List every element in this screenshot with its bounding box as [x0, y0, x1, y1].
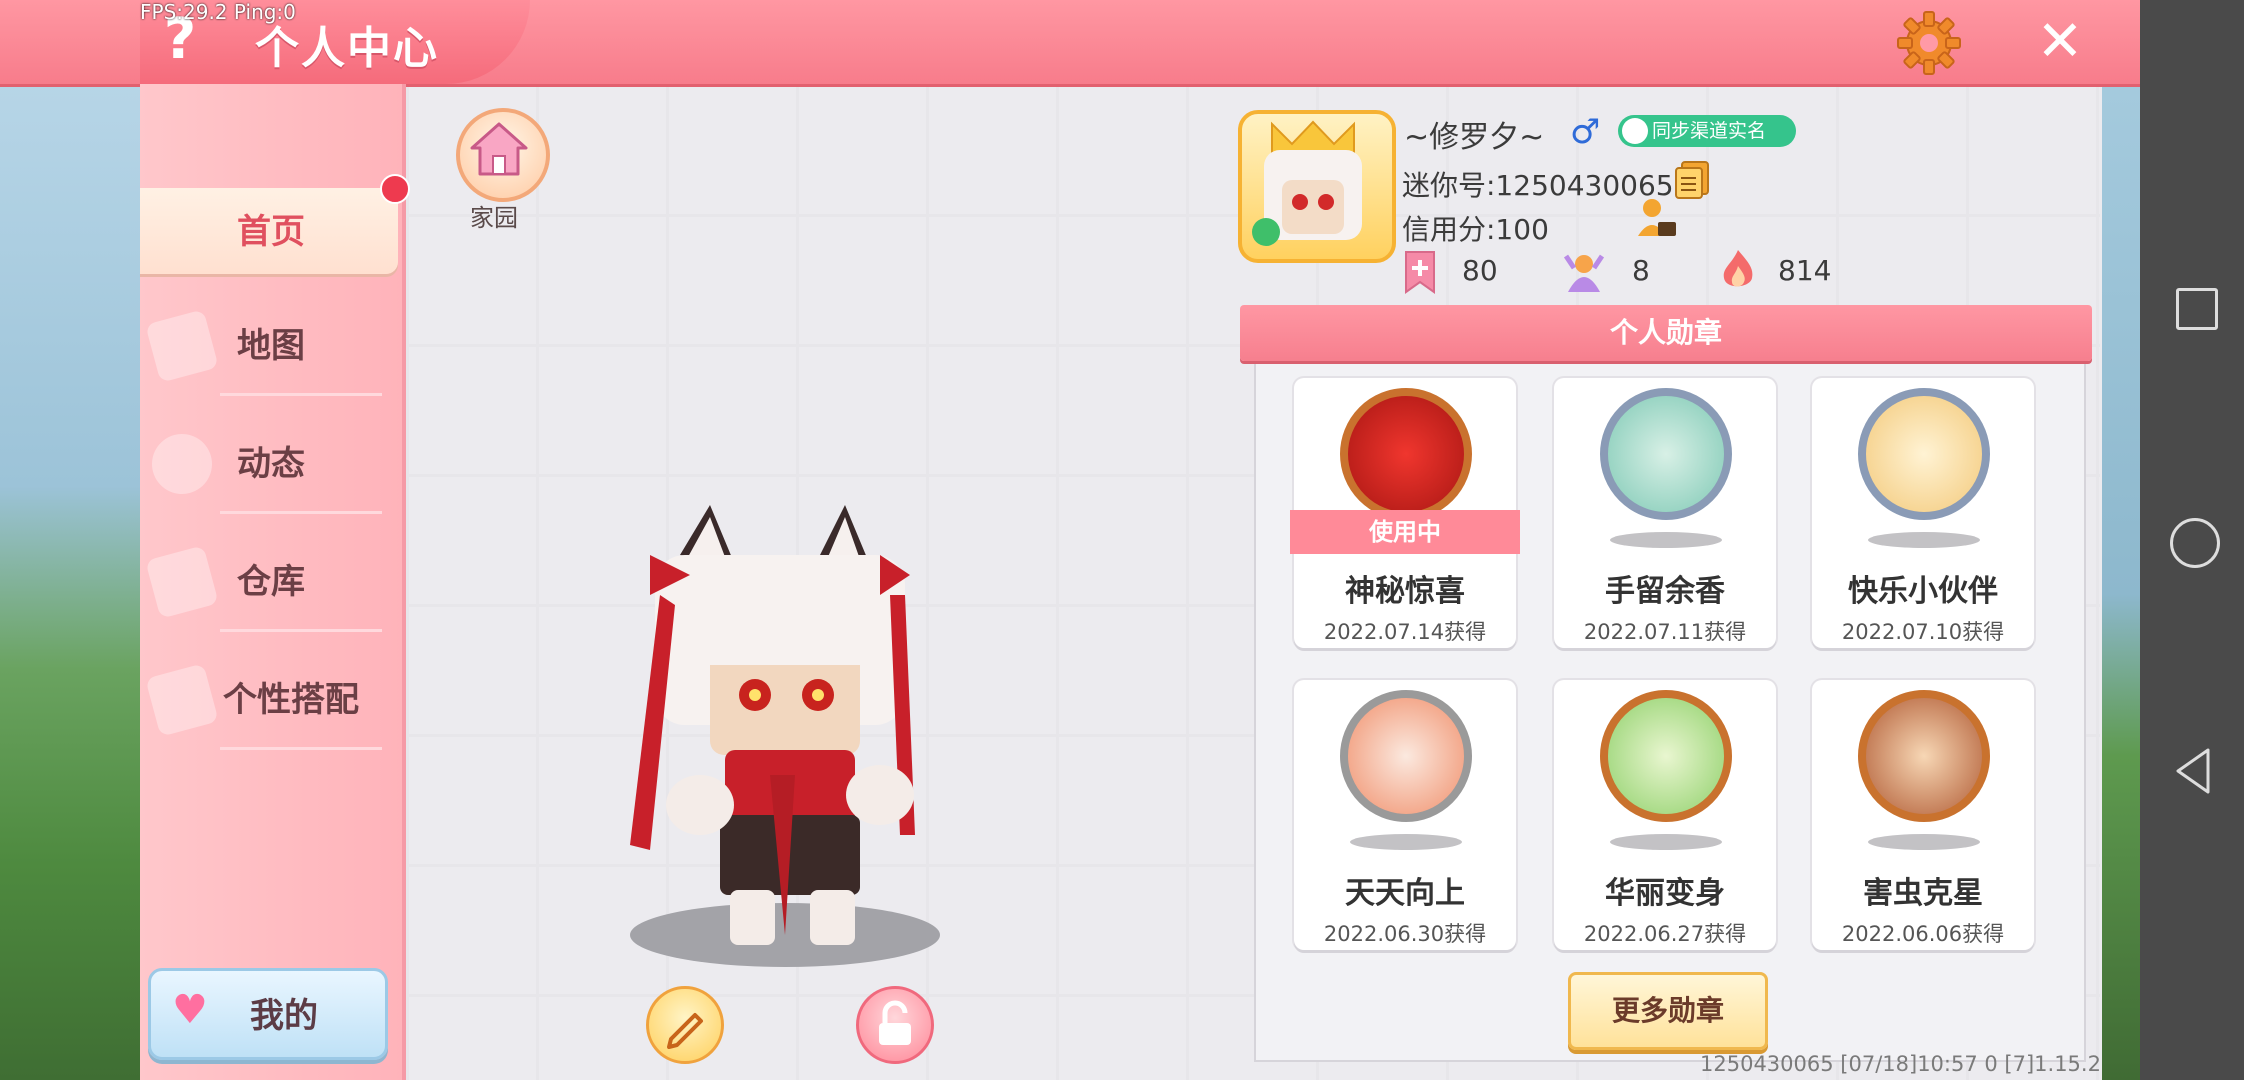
friends-medal-icon	[1858, 388, 1990, 520]
sidebar-item-label: 个性搭配	[223, 680, 359, 720]
home-garden-button[interactable]	[456, 108, 550, 202]
footer-info: 1250430065 [07/18]10:57 0 [7]1.15.2	[1700, 1052, 2101, 1076]
calendar-medal-icon	[1340, 690, 1472, 822]
fps-readout: FPS:29.2 Ping:0	[140, 0, 296, 24]
bug-medal-icon	[1858, 690, 1990, 822]
medal-card[interactable]: 快乐小伙伴 2022.07.10获得	[1812, 378, 2034, 648]
medal-name: 华丽变身	[1605, 876, 1725, 911]
avatar[interactable]	[1238, 110, 1396, 263]
medal-name: 天天向上	[1345, 876, 1465, 911]
sidebar-item-label: 地图	[237, 326, 305, 366]
credit-user-icon[interactable]	[1634, 196, 1678, 240]
sidebar-item-storage[interactable]: 仓库	[140, 534, 402, 632]
flame-icon	[1723, 250, 1753, 287]
user-icon	[1622, 118, 1648, 144]
medal-card[interactable]: 天天向上 2022.06.30获得	[1294, 680, 1516, 950]
sidebar-item-feed[interactable]: 动态	[140, 416, 402, 514]
fans-icon	[1564, 254, 1604, 292]
medal-card[interactable]: 使用中 神秘惊喜 2022.07.14获得	[1290, 378, 1520, 648]
credit-score: 信用分:100	[1402, 213, 1549, 246]
copy-icon[interactable]	[1674, 160, 1710, 200]
bookmark-icon	[1405, 251, 1435, 294]
male-icon: ♂	[1570, 112, 1601, 152]
medal-date: 2022.06.30获得	[1323, 922, 1487, 946]
medal-header-title: 个人勋章	[1609, 316, 1722, 349]
back-nav-icon[interactable]	[2172, 746, 2216, 796]
lock-icon	[879, 1000, 911, 1045]
sidebar-item-outfit[interactable]: 个性搭配	[140, 652, 402, 750]
medal-card[interactable]: 华丽变身 2022.06.27获得	[1554, 680, 1776, 950]
divider	[220, 747, 382, 750]
close-icon[interactable]: ✕	[2030, 12, 2090, 72]
nickname: ~修罗夕~	[1404, 120, 1545, 155]
in-use-badge: 使用中	[1290, 510, 1520, 554]
heart-icon: ♥	[172, 987, 208, 1033]
pencil-icon	[667, 1013, 703, 1049]
medal-date: 2022.06.06获得	[1841, 922, 2005, 946]
sidebar-item-label: 仓库	[237, 562, 305, 602]
medal-card[interactable]: 害虫克星 2022.06.06获得	[1812, 680, 2034, 950]
dinosaur-medal-icon	[1600, 690, 1732, 822]
medal-name: 手留余香	[1605, 574, 1725, 609]
game-backdrop-right	[2100, 0, 2140, 1080]
sidebar: 首页 地图 动态 仓库 个性搭配	[140, 84, 406, 1080]
divider	[220, 393, 382, 396]
gift-medal-icon	[1340, 388, 1472, 520]
medal-date: 2022.07.10获得	[1841, 620, 2005, 644]
my-button-label: 我的	[250, 996, 318, 1036]
medal-name: 快乐小伙伴	[1848, 574, 1998, 609]
notification-dot	[380, 174, 410, 204]
likes-count: 80	[1462, 254, 1498, 287]
home-nav-icon[interactable]	[2170, 518, 2220, 568]
medal-date: 2022.06.27获得	[1583, 922, 1747, 946]
lock-button[interactable]	[856, 986, 934, 1064]
popularity-count: 814	[1778, 254, 1832, 287]
medal-name: 害虫克星	[1863, 876, 1983, 911]
house-icon	[470, 122, 528, 176]
medal-card[interactable]: 手留余香 2022.07.11获得	[1554, 378, 1776, 648]
gear-icon[interactable]	[1896, 10, 1962, 76]
sidebar-item-label: 首页	[237, 212, 305, 252]
medal-date: 2022.07.11获得	[1583, 620, 1747, 644]
divider	[220, 511, 382, 514]
sidebar-item-label: 动态	[237, 444, 305, 484]
sidebar-item-home[interactable]: 首页	[140, 184, 402, 280]
sidebar-item-map[interactable]: 地图	[140, 298, 402, 396]
fans-count: 8	[1632, 254, 1650, 287]
edit-button[interactable]	[646, 986, 724, 1064]
divider	[220, 629, 382, 632]
game-backdrop-left	[0, 0, 140, 1080]
mini-id: 迷你号:1250430065	[1402, 169, 1674, 202]
more-medals-button[interactable]: 更多勋章	[1568, 972, 1768, 1050]
player-character[interactable]	[560, 495, 940, 975]
medal-name: 神秘惊喜	[1345, 574, 1465, 609]
recent-apps-icon[interactable]	[2176, 288, 2218, 330]
realname-badge-label: 同步渠道实名	[1652, 120, 1767, 142]
frog-medal-icon	[1600, 388, 1732, 520]
medal-date: 2022.07.14获得	[1323, 620, 1487, 644]
realname-badge[interactable]: 同步渠道实名	[1618, 115, 1796, 147]
home-garden-label: 家园	[470, 204, 518, 232]
